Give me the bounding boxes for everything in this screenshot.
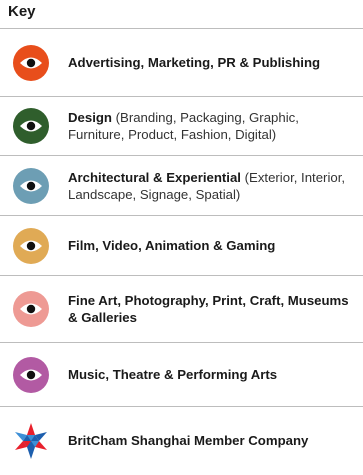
star-icon (15, 422, 47, 459)
key-item-fine-art: Fine Art, Photography, Print, Craft, Mus… (0, 275, 363, 342)
key-title: Key (8, 3, 36, 20)
key-item-label: Film, Video, Animation & Gaming (68, 238, 276, 253)
eye-icon (13, 108, 49, 144)
key-item-label: Advertising, Marketing, PR & Publishing (68, 55, 321, 70)
eye-icon (13, 291, 49, 327)
eye-icon (13, 44, 49, 81)
key-item-design: Design (Branding, Packaging, Graphic, Fu… (0, 96, 363, 155)
key-item-advertising: Advertising, Marketing, PR & Publishing (0, 28, 363, 96)
key-item-film: Film, Video, Animation & Gaming (0, 215, 363, 275)
key-item-label: Music, Theatre & Performing Arts (68, 367, 278, 382)
key-item-label: Design (68, 110, 112, 125)
eye-icon (13, 356, 49, 393)
eye-icon (13, 227, 49, 264)
key-item-music: Music, Theatre & Performing Arts (0, 342, 363, 406)
key-list: Advertising, Marketing, PR & Publishing … (0, 28, 363, 474)
key-item-britcham-member: BritCham Shanghai Member Company (0, 406, 363, 474)
key-item-architectural: Architectural & Experiential (Exterior, … (0, 155, 363, 215)
key-item-label: Architectural & Experiential (68, 169, 241, 185)
key-item-label: BritCham Shanghai Member Company (68, 433, 309, 448)
key-item-label: Fine Art, Photography, Print, Craft, Mus… (68, 293, 349, 325)
eye-icon (13, 167, 49, 204)
